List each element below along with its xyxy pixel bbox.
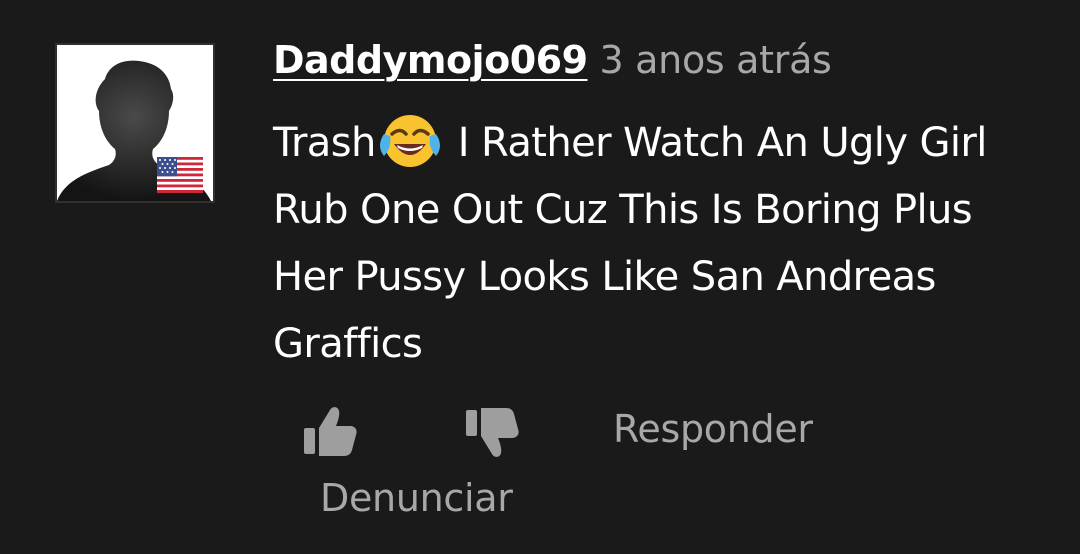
comment-timestamp: 3 anos atrás	[599, 38, 832, 82]
comment-text-segment: I Rather Watch An Ugly Girl	[457, 120, 988, 166]
comment-line-1: Trash I Rather Watch An Ugly Girl	[273, 108, 1053, 177]
thumbs-down-icon[interactable]	[464, 402, 520, 462]
comment-line-4: Graffics	[273, 321, 423, 367]
report-button[interactable]: Denunciar	[320, 476, 513, 520]
us-flag-icon	[157, 157, 203, 193]
comment-line-3: Her Pussy Looks Like San Andreas	[273, 254, 936, 300]
comment-body: Trash I Rather Watch An Ugly Girl Rub On…	[273, 108, 1053, 378]
reply-button[interactable]: Responder	[613, 407, 813, 451]
comment-text-segment: Trash	[273, 120, 376, 166]
comment-line-2: Rub One Out Cuz This Is Boring Plus	[273, 187, 973, 233]
face-with-tears-of-joy-icon	[379, 115, 440, 167]
avatar[interactable]	[55, 43, 215, 203]
author-username[interactable]: Daddymojo069	[273, 38, 588, 82]
thumbs-up-icon[interactable]	[302, 402, 358, 462]
comment-header: Daddymojo069 3 anos atrás	[273, 38, 832, 90]
